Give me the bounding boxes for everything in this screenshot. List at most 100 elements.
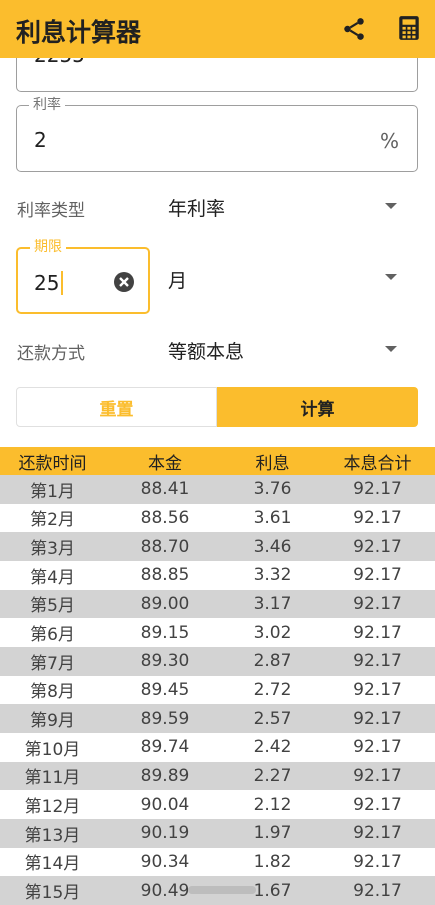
cell-time: 第8月	[30, 682, 75, 703]
table-header: 还款时间 本金 利息 本息合计	[0, 447, 435, 475]
cell-interest: 1.82	[253, 851, 292, 872]
header-time: 还款时间	[18, 453, 87, 474]
table-row: 第5月 89.00 3.17 92.17	[0, 589, 435, 619]
cell-total: 92.17	[353, 479, 402, 500]
table-row: 第7月 89.30 2.87 92.17	[0, 646, 435, 676]
table-row: 第2月 88.56 3.61 92.17	[0, 504, 435, 533]
repay-method-label: 还款方式	[17, 344, 85, 364]
cell-principal: 90.19	[140, 823, 190, 844]
app-title: 利息计算器	[16, 18, 142, 47]
cell-time: 第9月	[30, 711, 75, 732]
cell-time: 第4月	[30, 567, 75, 588]
rate-label: 利率	[29, 96, 65, 114]
cell-total: 92.17	[353, 593, 402, 614]
cell-principal: 88.85	[140, 565, 190, 586]
cell-principal: 89.30	[140, 651, 190, 672]
cell-total: 92.17	[353, 737, 402, 758]
term-field[interactable]: 期限 25	[16, 238, 150, 314]
calculator-icon[interactable]	[397, 15, 421, 41]
term-label: 期限	[30, 238, 66, 256]
rate-type-label: 利率类型	[17, 201, 85, 221]
cell-time: 第3月	[30, 539, 75, 560]
cell-total: 92.17	[353, 794, 402, 815]
cell-interest: 1.97	[253, 823, 292, 844]
cell-total: 92.17	[353, 536, 402, 557]
cell-total: 92.17	[353, 708, 402, 729]
table-row: 第4月 88.85 3.32 92.17	[0, 561, 435, 590]
cell-principal: 89.89	[140, 765, 190, 786]
cell-interest: 2.27	[253, 765, 292, 786]
cell-interest: 2.57	[253, 708, 292, 729]
repay-method-dropdown-icon[interactable]	[385, 346, 397, 352]
table-row: 第14月 90.34 1.82 92.17	[0, 848, 435, 877]
cell-principal: 89.45	[140, 679, 190, 700]
app-bar: 利息计算器	[0, 0, 435, 58]
cell-time: 第5月	[30, 596, 75, 617]
cell-time: 第1月	[30, 481, 75, 502]
text-cursor	[61, 271, 63, 295]
scroll-indicator[interactable]	[188, 886, 256, 894]
share-icon[interactable]	[341, 16, 367, 42]
cell-time: 第7月	[30, 653, 75, 674]
cell-interest: 3.17	[253, 593, 292, 614]
cell-principal: 88.70	[140, 536, 190, 557]
table-row: 第13月 90.19 1.97 92.17	[0, 818, 435, 848]
table-row: 第11月 89.89 2.27 92.17	[0, 761, 435, 791]
term-unit-dropdown-icon[interactable]	[385, 274, 397, 280]
table-row: 第9月 89.59 2.57 92.17	[0, 704, 435, 733]
cell-interest: 3.76	[253, 479, 292, 500]
header-principal: 本金	[148, 453, 182, 474]
cell-time: 第6月	[30, 625, 75, 646]
cell-principal: 90.04	[140, 794, 190, 815]
cell-interest: 2.87	[253, 651, 292, 672]
term-value: 25	[34, 271, 60, 295]
table-row: 第12月 90.04 2.12 92.17	[0, 790, 435, 819]
cell-total: 92.17	[353, 651, 402, 672]
cell-time: 第2月	[30, 510, 75, 531]
cell-interest: 2.42	[253, 737, 292, 758]
rate-unit: %	[379, 129, 399, 153]
cell-total: 92.17	[353, 823, 402, 844]
table-row: 第10月 89.74 2.42 92.17	[0, 733, 435, 762]
cell-total: 92.17	[353, 679, 402, 700]
cell-interest: 3.32	[253, 565, 292, 586]
table-row: 第3月 88.70 3.46 92.17	[0, 532, 435, 561]
reset-button[interactable]: 重置	[16, 387, 217, 427]
cell-time: 第10月	[24, 739, 81, 760]
cell-principal: 88.56	[140, 507, 190, 528]
cell-time: 第13月	[24, 825, 81, 846]
cell-principal: 88.41	[140, 479, 190, 500]
calculate-button[interactable]: 计算	[217, 387, 418, 427]
rate-value: 2	[34, 128, 47, 152]
cell-interest: 3.61	[253, 507, 292, 528]
table-row: 第8月 89.45 2.72 92.17	[0, 676, 435, 705]
rate-type-select[interactable]: 年利率	[168, 194, 225, 221]
header-total: 本息合计	[343, 453, 412, 474]
clear-circle-icon[interactable]	[113, 271, 135, 293]
term-unit-select[interactable]: 月	[168, 266, 187, 293]
header-interest: 利息	[255, 453, 290, 474]
cell-time: 第15月	[24, 883, 81, 904]
cell-interest: 2.72	[253, 679, 292, 700]
cell-total: 92.17	[353, 851, 402, 872]
table-body: 第1月 88.41 3.76 92.17 第2月 88.56 3.61 92.17 第3月 88.…	[0, 475, 435, 905]
cell-time: 第14月	[24, 854, 81, 875]
cell-total: 92.17	[353, 622, 402, 643]
cell-total: 92.17	[353, 507, 402, 528]
cell-principal: 89.00	[140, 593, 190, 614]
repay-method-select[interactable]: 等额本息	[168, 337, 244, 364]
cell-total: 92.17	[353, 880, 402, 901]
table-row: 第6月 89.15 3.02 92.17	[0, 618, 435, 647]
cell-interest: 2.12	[253, 794, 292, 815]
cell-time: 第12月	[24, 797, 81, 818]
cell-interest: 3.46	[253, 536, 292, 557]
schedule-table: 还款时间 本金 利息 本息合计 第1月 88.41 3.76 92.17 第2月 88.5…	[0, 447, 435, 905]
cell-interest: 3.02	[253, 622, 292, 643]
cell-total: 92.17	[353, 765, 402, 786]
cell-principal: 90.34	[140, 851, 190, 872]
cell-principal: 89.74	[140, 737, 190, 758]
cell-principal: 89.15	[140, 622, 190, 643]
rate-field[interactable]: 利率 2 %	[16, 96, 418, 172]
cell-principal: 89.59	[140, 708, 190, 729]
rate-type-dropdown-icon[interactable]	[385, 203, 397, 209]
